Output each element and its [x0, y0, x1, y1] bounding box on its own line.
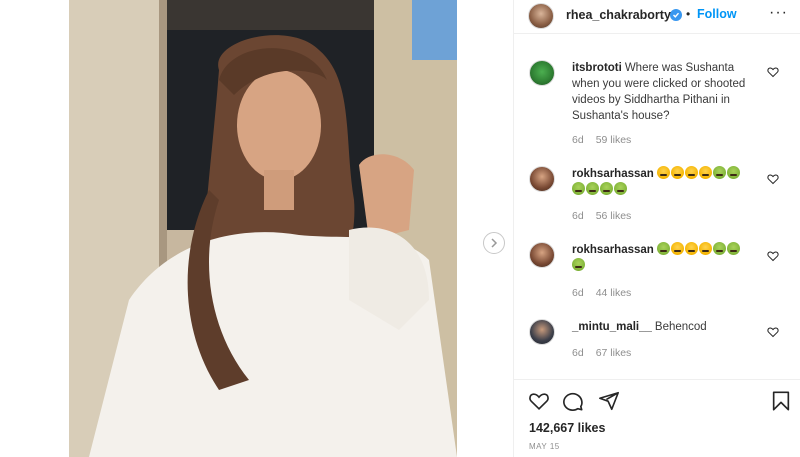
header-separator: •	[686, 7, 691, 21]
comment-body: rokhsarhassan	[572, 166, 762, 198]
more-options-icon[interactable]: ···	[769, 4, 788, 22]
heart-icon[interactable]	[767, 173, 779, 185]
comment-age: 6d	[572, 287, 584, 299]
comment-meta: 6d 56 likes	[572, 210, 643, 222]
comment-likes[interactable]: 59 likes	[596, 134, 632, 146]
angry-face-emoji-icon	[656, 166, 670, 179]
nauseated-face-emoji-icon	[614, 182, 627, 195]
commenter-avatar[interactable]	[529, 60, 555, 86]
angry-face-emoji-icon	[698, 242, 712, 255]
angry-face-emoji-icon	[670, 242, 684, 255]
commenter-avatar[interactable]	[529, 166, 555, 192]
comment-likes[interactable]: 67 likes	[596, 347, 632, 359]
commenter-username[interactable]: _mintu_mali__	[572, 321, 652, 333]
heart-icon[interactable]	[767, 250, 779, 262]
nauseated-face-emoji-icon	[572, 258, 585, 271]
follow-button[interactable]: Follow	[697, 7, 737, 21]
comment-meta: 6d 67 likes	[572, 347, 643, 359]
likes-count[interactable]: 142,667 likes	[529, 421, 605, 435]
comment-likes[interactable]: 56 likes	[596, 210, 632, 222]
nauseated-face-emoji-icon	[586, 182, 599, 195]
comments-list: itsbrototi Where was Sushanta when you we…	[514, 34, 800, 379]
nauseated-face-emoji-icon	[726, 166, 740, 179]
nauseated-face-emoji-icon	[572, 182, 585, 195]
author-username[interactable]: rhea_chakraborty	[566, 8, 671, 22]
nauseated-face-emoji-icon	[712, 242, 726, 255]
comment-meta: 6d 44 likes	[572, 287, 643, 299]
angry-face-emoji-icon	[698, 166, 712, 179]
post-date[interactable]: MAY 15	[529, 442, 560, 451]
heart-icon[interactable]	[767, 66, 779, 78]
nauseated-face-emoji-icon	[712, 166, 726, 179]
next-photo-button[interactable]	[483, 232, 505, 254]
commenter-username[interactable]: rokhsarhassan	[572, 244, 654, 256]
angry-face-emoji-icon	[684, 242, 698, 255]
verified-badge-icon	[670, 9, 682, 21]
post-media-pane	[0, 0, 513, 457]
like-heart-icon[interactable]	[528, 390, 550, 412]
comment-body: itsbrototi Where was Sushanta when you we…	[572, 60, 762, 124]
bookmark-icon[interactable]	[770, 390, 792, 412]
commenter-avatar[interactable]	[529, 242, 555, 268]
post-photo[interactable]	[69, 0, 457, 457]
comment-body: _mintu_mali__ Behencod	[572, 319, 762, 335]
post-header: rhea_chakraborty • Follow ···	[514, 0, 800, 34]
heart-icon[interactable]	[767, 326, 779, 338]
commenter-username[interactable]: itsbrototi	[572, 62, 622, 74]
nauseated-face-emoji-icon	[726, 242, 740, 255]
commenter-username[interactable]: rokhsarhassan	[572, 168, 654, 180]
nauseated-face-emoji-icon	[656, 242, 670, 255]
next-arrow-icon	[491, 238, 498, 248]
angry-face-emoji-icon	[670, 166, 684, 179]
comment-meta: 6d 59 likes	[572, 134, 643, 146]
comment-icon[interactable]	[562, 390, 584, 412]
comment-age: 6d	[572, 210, 584, 222]
post-photo-illustration	[69, 0, 457, 457]
comment-body: rokhsarhassan	[572, 242, 762, 274]
author-avatar[interactable]	[528, 3, 554, 29]
comment-likes[interactable]: 44 likes	[596, 287, 632, 299]
comment-age: 6d	[572, 134, 584, 146]
commenter-avatar[interactable]	[529, 319, 555, 345]
comment-age: 6d	[572, 347, 584, 359]
comment-text: Behencod	[654, 321, 707, 333]
nauseated-face-emoji-icon	[600, 182, 613, 195]
post-sidebar: rhea_chakraborty • Follow ··· itsbrototi…	[513, 0, 800, 457]
angry-face-emoji-icon	[684, 166, 698, 179]
share-icon[interactable]	[598, 390, 620, 412]
post-actions: 142,667 likes MAY 15	[514, 379, 800, 457]
